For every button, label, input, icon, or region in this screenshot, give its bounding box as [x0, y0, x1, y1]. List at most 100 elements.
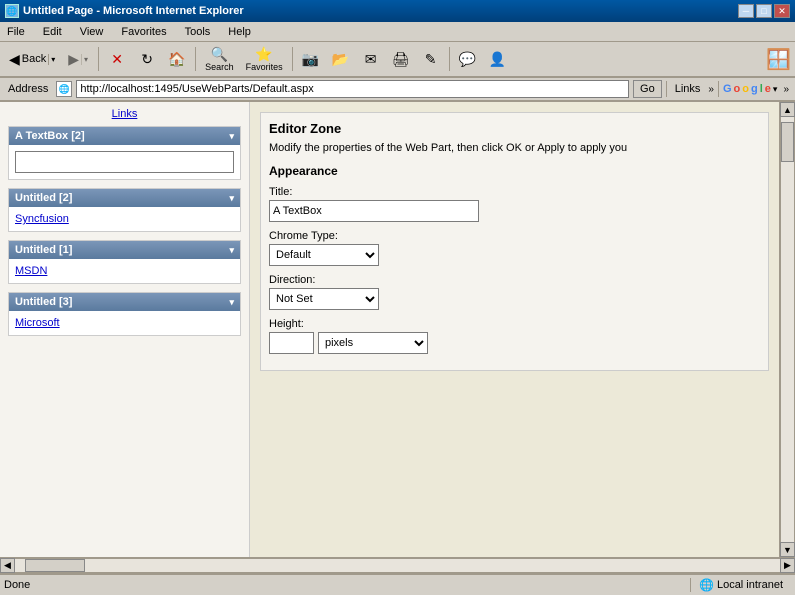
web-part-microsoft-arrow-icon[interactable]: ▾ — [229, 297, 234, 308]
direction-row: Direction: Not Set Left to Right Right t… — [269, 274, 760, 310]
close-button[interactable]: ✕ — [774, 4, 790, 18]
web-part-textbox-input[interactable] — [15, 151, 234, 173]
status-text: Done — [4, 579, 686, 591]
home-button[interactable]: 🏠 — [163, 44, 191, 74]
web-part-textbox-header[interactable]: A TextBox [2] ▾ — [9, 127, 240, 145]
edit-icon: ✎ — [425, 52, 437, 66]
title-label: Title: — [269, 186, 760, 198]
discuss-button[interactable]: 💬 — [454, 44, 482, 74]
web-part-syncfusion-title: Untitled [2] — [15, 192, 72, 204]
toolbar: ◀ Back ▾ ▶ ▾ ✕ ↻ 🏠 🔍 Search ⭐ Favorites … — [0, 42, 795, 78]
links-expander[interactable]: » — [708, 84, 714, 95]
app-icon: 🌐 — [5, 4, 19, 18]
minimize-button[interactable]: ─ — [738, 4, 754, 18]
print-button[interactable]: 🖨 — [387, 44, 415, 74]
mail-button[interactable]: ✉ — [357, 44, 385, 74]
hscroll-right-button[interactable]: ▶ — [780, 558, 795, 573]
scroll-up-button[interactable]: ▲ — [780, 102, 795, 117]
separator-2 — [195, 47, 196, 71]
menu-view[interactable]: View — [77, 25, 107, 39]
menu-edit[interactable]: Edit — [40, 25, 65, 39]
stop-button[interactable]: ✕ — [103, 44, 131, 74]
hscroll-thumb[interactable] — [25, 559, 85, 572]
appearance-section: Appearance Title: Chrome Type: Default N… — [269, 164, 760, 354]
edit-button[interactable]: ✎ — [417, 44, 445, 74]
address-separator — [666, 81, 667, 97]
favorites-icon: ⭐ — [255, 47, 272, 61]
web-part-textbox-title: A TextBox [2] — [15, 130, 85, 142]
main-area: Links A TextBox [2] ▾ Untitled [2] ▾ Syn… — [0, 102, 795, 557]
title-input[interactable] — [269, 200, 479, 222]
web-part-microsoft-body: Microsoft — [9, 311, 240, 335]
address-input[interactable] — [76, 80, 629, 98]
status-bar: Done 🌐 Local intranet — [0, 573, 795, 595]
scroll-track[interactable] — [780, 117, 795, 542]
links-link[interactable]: Links — [112, 108, 138, 120]
web-part-msdn-header[interactable]: Untitled [1] ▾ — [9, 241, 240, 259]
refresh-button[interactable]: ↻ — [133, 44, 161, 74]
favorites-button[interactable]: ⭐ Favorites — [241, 44, 288, 74]
direction-select[interactable]: Not Set Left to Right Right to Left — [269, 288, 379, 310]
menu-favorites[interactable]: Favorites — [118, 25, 169, 39]
menu-tools[interactable]: Tools — [182, 25, 214, 39]
height-label: Height: — [269, 318, 760, 330]
horizontal-scrollbar: ◀ ▶ — [0, 557, 795, 573]
address-bar: Address 🌐 Go Links » G o o g l e ▾ » — [0, 78, 795, 102]
refresh-icon: ↻ — [141, 52, 153, 66]
restore-button[interactable]: □ — [756, 4, 772, 18]
messenger-icon: 👤 — [489, 52, 506, 66]
web-part-msdn-body: MSDN — [9, 259, 240, 283]
back-button[interactable]: ◀ Back ▾ — [4, 48, 61, 71]
google-label5: l — [760, 83, 763, 95]
search-button[interactable]: 🔍 Search — [200, 44, 239, 74]
chrome-type-select[interactable]: Default None Title and Border Title Only… — [269, 244, 379, 266]
hscroll-left-button[interactable]: ◀ — [0, 558, 15, 573]
messenger-button[interactable]: 👤 — [484, 44, 512, 74]
msdn-link[interactable]: MSDN — [15, 265, 47, 277]
height-unit-select[interactable]: pixels percent — [318, 332, 428, 354]
google-label: G — [723, 83, 732, 95]
print-icon: 🖨 — [392, 52, 410, 66]
media-button[interactable]: 📷 — [297, 44, 325, 74]
hscroll-track[interactable] — [15, 558, 780, 573]
web-part-syncfusion-header[interactable]: Untitled [2] ▾ — [9, 189, 240, 207]
appearance-title: Appearance — [269, 164, 760, 178]
links-button[interactable]: Links — [671, 83, 705, 95]
chrome-type-label: Chrome Type: — [269, 230, 760, 242]
forward-button[interactable]: ▶ ▾ — [63, 48, 94, 71]
mail-icon: ✉ — [365, 52, 377, 66]
menu-help[interactable]: Help — [225, 25, 254, 39]
height-controls: pixels percent — [269, 332, 760, 354]
menu-file[interactable]: File — [4, 25, 28, 39]
google-label2: o — [734, 83, 741, 95]
direction-label: Direction: — [269, 274, 760, 286]
web-part-microsoft-title: Untitled [3] — [15, 296, 72, 308]
toolbar-expand-icon[interactable]: » — [781, 84, 791, 95]
syncfusion-link[interactable]: Syncfusion — [15, 213, 69, 225]
scroll-thumb[interactable] — [781, 122, 794, 162]
separator-1 — [98, 47, 99, 71]
google-dropdown-icon[interactable]: ▾ — [773, 84, 778, 95]
web-part-textbox-arrow-icon[interactable]: ▾ — [229, 131, 234, 142]
forward-dropdown-icon[interactable]: ▾ — [81, 54, 89, 65]
web-part-textbox-body — [9, 145, 240, 179]
go-button[interactable]: Go — [633, 80, 662, 98]
web-part-microsoft-header[interactable]: Untitled [3] ▾ — [9, 293, 240, 311]
height-input[interactable] — [269, 332, 314, 354]
vertical-scrollbar: ▲ ▼ — [779, 102, 795, 557]
separator-3 — [292, 47, 293, 71]
links-bar: Links — [8, 108, 241, 120]
scroll-down-button[interactable]: ▼ — [780, 542, 795, 557]
right-panel: Editor Zone Modify the properties of the… — [250, 102, 779, 557]
media-icon: 📷 — [302, 52, 319, 66]
back-dropdown-icon[interactable]: ▾ — [48, 54, 56, 65]
web-part-textbox: A TextBox [2] ▾ — [8, 126, 241, 180]
discuss-icon: 💬 — [459, 52, 476, 66]
web-part-msdn: Untitled [1] ▾ MSDN — [8, 240, 241, 284]
history-button[interactable]: 📂 — [327, 44, 355, 74]
web-part-syncfusion-arrow-icon[interactable]: ▾ — [229, 193, 234, 204]
editor-zone: Editor Zone Modify the properties of the… — [260, 112, 769, 371]
web-part-msdn-arrow-icon[interactable]: ▾ — [229, 245, 234, 256]
microsoft-link[interactable]: Microsoft — [15, 317, 60, 329]
editor-zone-desc: Modify the properties of the Web Part, t… — [269, 142, 760, 154]
